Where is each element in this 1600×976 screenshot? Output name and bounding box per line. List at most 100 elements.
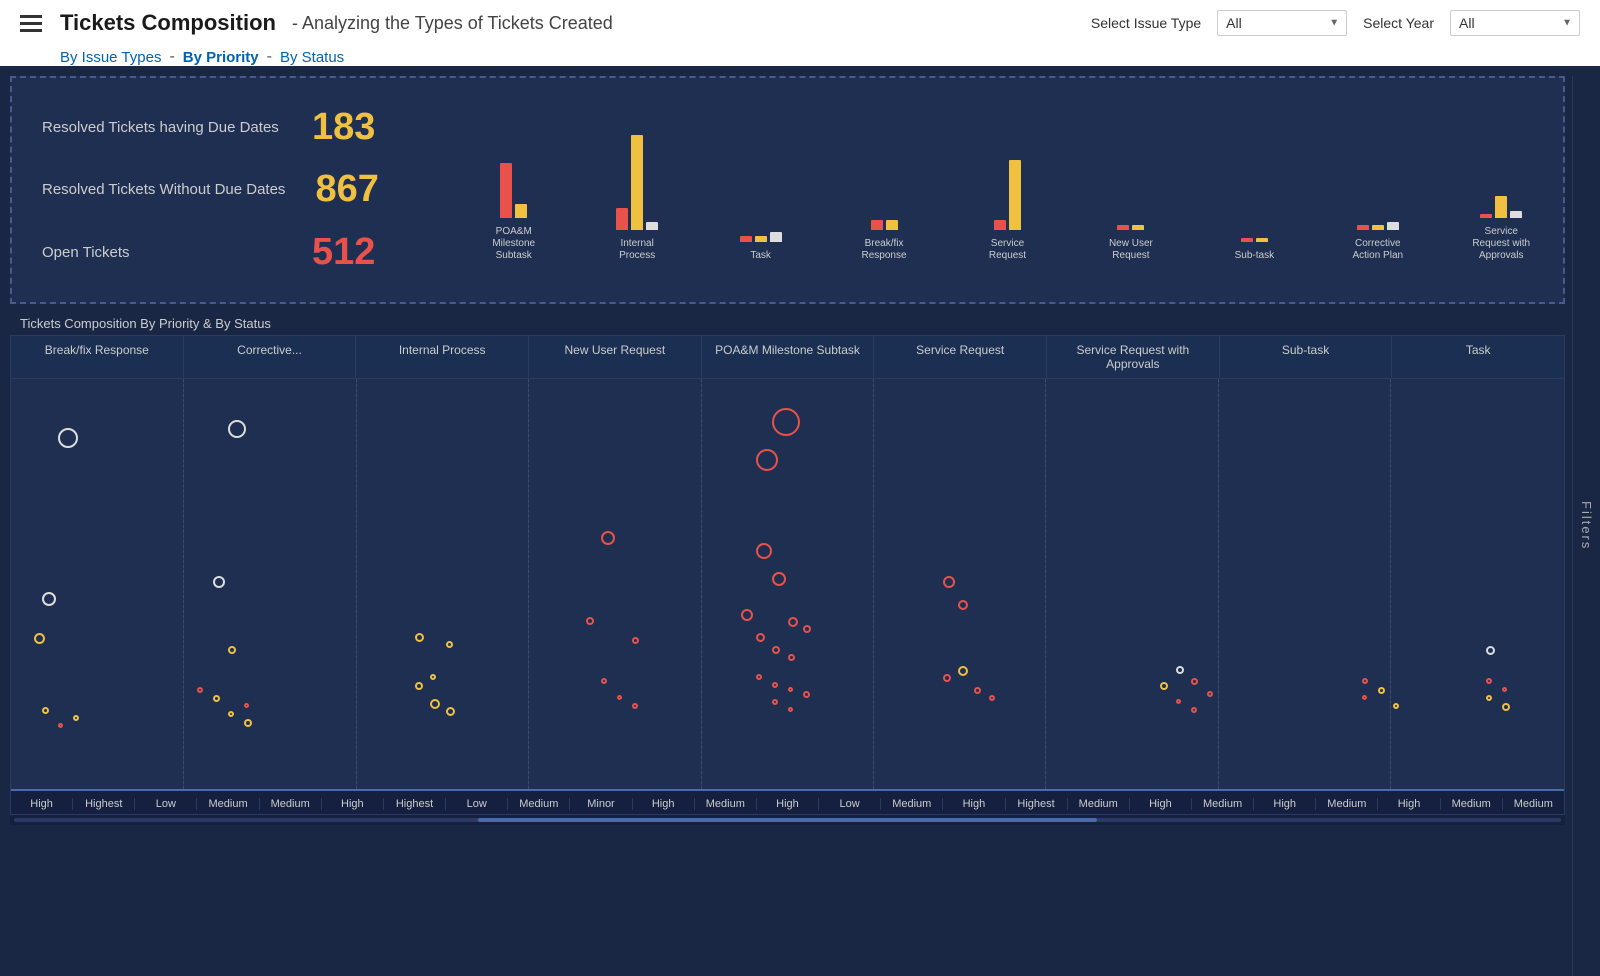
scrollbar-thumb[interactable]	[478, 818, 1097, 822]
bubble-4	[42, 707, 49, 714]
x-label-12: Medium	[695, 798, 757, 810]
stat-value-3: 512	[312, 231, 375, 274]
scatter-col-1: Break/fix Response	[11, 336, 184, 378]
bubble-c5-9	[803, 625, 811, 633]
bubble-c2-7	[228, 711, 234, 717]
bar-white-3	[770, 232, 782, 242]
bar-label-3: Task	[750, 250, 771, 262]
summary-stats: Resolved Tickets having Due Dates 183 Re…	[12, 78, 452, 302]
bubble-c3-6	[446, 707, 455, 716]
header-filters: Select Issue Type All Select Year All	[1091, 10, 1580, 36]
header-top: Tickets Composition - Analyzing the Type…	[20, 10, 1580, 36]
filters-side-label: Filters	[1579, 501, 1594, 550]
x-label-8: Low	[446, 798, 508, 810]
divider-3	[528, 379, 529, 789]
bar-white-9	[1510, 211, 1522, 218]
bubble-c5-10	[788, 654, 795, 661]
x-label-14: Low	[819, 798, 881, 810]
issue-type-select[interactable]: All	[1217, 10, 1347, 36]
bar-label-7: Sub-task	[1235, 250, 1274, 262]
x-label-15: Medium	[881, 798, 943, 810]
stat-row-3: Open Tickets 512	[42, 225, 422, 280]
bubble-c5-4	[772, 572, 786, 586]
bar-red-5	[994, 220, 1006, 230]
bubble-c5-2	[756, 449, 778, 471]
bubble-c5-13	[788, 687, 793, 692]
page-title: Tickets Composition	[60, 10, 276, 36]
stat-row-2: Resolved Tickets Without Due Dates 867	[42, 162, 422, 217]
bar-label-1: POA&M Milestone Subtask	[479, 226, 549, 262]
filter2-label: Select Year	[1363, 15, 1434, 31]
bubble-c3-3	[430, 674, 436, 680]
x-label-2: Highest	[73, 798, 135, 810]
divider-7	[1218, 379, 1219, 789]
bar-label-5: Service Request	[972, 238, 1042, 262]
tab-priority[interactable]: By Priority	[183, 49, 259, 66]
scatter-col-4: New User Request	[529, 336, 702, 378]
bubble-c7-5	[1176, 699, 1181, 704]
bar-red-9	[1480, 214, 1492, 218]
bubble-5	[73, 715, 79, 721]
bubble-c5-11	[756, 674, 762, 680]
year-select[interactable]: All	[1450, 10, 1580, 36]
bar-red-6	[1117, 225, 1129, 230]
bar-group-6: New User Request	[1079, 100, 1182, 262]
bubble-c2-2	[213, 576, 225, 588]
year-select-wrapper[interactable]: All	[1450, 10, 1580, 36]
filter1-label: Select Issue Type	[1091, 15, 1201, 31]
bubble-c5-15	[772, 699, 778, 705]
scatter-col-3: Internal Process	[356, 336, 529, 378]
bubble-c9-3	[1502, 687, 1507, 692]
summary-bar-chart: POA&M Milestone Subtask Internal Process	[452, 78, 1563, 302]
bar-red-8	[1357, 225, 1369, 230]
bubble-c5-1	[772, 408, 800, 436]
bar-yellow-9	[1495, 196, 1507, 218]
bubble-c9-5	[1502, 703, 1510, 711]
bubble-c9-1	[1486, 646, 1495, 655]
bar-red-4	[871, 220, 883, 230]
scatter-body	[11, 379, 1564, 789]
bubble-c5-6	[788, 617, 798, 627]
filters-sidebar[interactable]: Filters	[1572, 76, 1600, 976]
bar-yellow-6	[1132, 225, 1144, 230]
bubble-c9-4	[1486, 695, 1492, 701]
x-label-19: High	[1130, 798, 1192, 810]
bar-group-3: Task	[709, 112, 812, 262]
divider-2	[356, 379, 357, 789]
bubble-c6-6	[989, 695, 995, 701]
bubble-2	[42, 592, 56, 606]
bubble-c2-1	[228, 420, 246, 438]
bubble-c4-5	[617, 695, 622, 700]
tab-status[interactable]: By Status	[280, 49, 344, 66]
bubble-c5-14	[803, 691, 810, 698]
bubble-c5-5	[741, 609, 753, 621]
x-label-25: Medium	[1503, 798, 1564, 810]
section-title: Tickets Composition By Priority & By Sta…	[10, 312, 1565, 335]
scatter-col-7: Service Request with Approvals	[1047, 336, 1220, 378]
hamburger-icon[interactable]	[20, 15, 42, 32]
bubble-c8-4	[1393, 703, 1399, 709]
x-label-1: High	[11, 798, 73, 810]
bubble-c2-6	[244, 703, 249, 708]
bar-group-8: Corrective Action Plan	[1326, 100, 1429, 262]
bar-group-5: Service Request	[956, 100, 1059, 262]
tab-issue-types[interactable]: By Issue Types	[60, 49, 161, 66]
stat-value-2: 867	[315, 168, 378, 211]
scrollbar-track[interactable]	[14, 818, 1561, 822]
stat-row-1: Resolved Tickets having Due Dates 183	[42, 100, 422, 155]
bubble-c5-12	[772, 682, 778, 688]
scatter-headers: Break/fix Response Corrective... Interna…	[11, 336, 1564, 379]
bubble-c6-5	[974, 687, 981, 694]
bubble-c4-4	[601, 678, 607, 684]
horizontal-scrollbar[interactable]	[10, 815, 1565, 825]
bubble-c7-2	[1191, 678, 1198, 685]
scatter-col-2: Corrective...	[184, 336, 357, 378]
bar-label-4: Break/fix Response	[849, 238, 919, 262]
issue-type-select-wrapper[interactable]: All	[1217, 10, 1347, 36]
bubble-c5-8	[772, 646, 780, 654]
bar-red-1	[500, 163, 512, 218]
bar-yellow-7	[1256, 238, 1268, 242]
divider-5	[873, 379, 874, 789]
bubble-c3-5	[430, 699, 440, 709]
bar-yellow-8	[1372, 225, 1384, 230]
